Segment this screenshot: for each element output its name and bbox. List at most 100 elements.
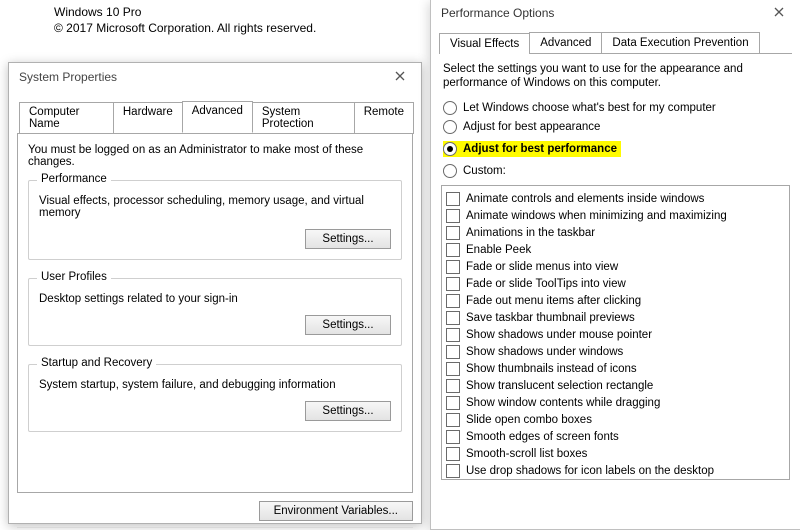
- checkbox-icon: [446, 345, 460, 359]
- checklist-item[interactable]: Smooth edges of screen fonts: [446, 429, 785, 445]
- radio-option[interactable]: Let Windows choose what's best for my co…: [443, 100, 788, 116]
- close-button[interactable]: [762, 3, 796, 23]
- checklist-item[interactable]: Show shadows under windows: [446, 344, 785, 360]
- performance-options-titlebar[interactable]: Performance Options: [431, 0, 800, 26]
- checklist-item[interactable]: Use drop shadows for icon labels on the …: [446, 463, 785, 479]
- radio-option[interactable]: Adjust for best appearance: [443, 119, 788, 135]
- user-profiles-group-desc: Desktop settings related to your sign-in: [39, 293, 391, 305]
- visual-effects-checklist[interactable]: Animate controls and elements inside win…: [441, 185, 790, 480]
- windows-copyright-label: © 2017 Microsoft Corporation. All rights…: [54, 20, 316, 36]
- checkbox-icon: [446, 413, 460, 427]
- admin-login-note: You must be logged on as an Administrato…: [28, 144, 402, 168]
- checklist-item[interactable]: Animate controls and elements inside win…: [446, 191, 785, 207]
- checkbox-icon: [446, 243, 460, 257]
- radio-label: Adjust for best performance: [463, 141, 617, 157]
- checklist-item-label: Fade or slide menus into view: [466, 259, 618, 275]
- close-icon: [395, 70, 405, 84]
- startup-recovery-group: Startup and Recovery System startup, sys…: [28, 364, 402, 432]
- checkbox-icon: [446, 362, 460, 376]
- performance-settings-button[interactable]: Settings...: [305, 229, 391, 249]
- startup-recovery-group-desc: System startup, system failure, and debu…: [39, 379, 391, 391]
- visual-effects-note: Select the settings you want to use for …: [443, 62, 788, 90]
- advanced-tab-panel: You must be logged on as an Administrato…: [17, 133, 413, 493]
- radio-label: Custom:: [463, 163, 506, 179]
- tab-label: Hardware: [123, 106, 173, 118]
- close-button[interactable]: [385, 67, 415, 87]
- checkbox-icon: [446, 447, 460, 461]
- visual-effects-panel: Select the settings you want to use for …: [441, 62, 790, 480]
- performance-group-legend: Performance: [37, 173, 111, 185]
- about-windows-text: Windows 10 Pro © 2017 Microsoft Corporat…: [54, 4, 316, 36]
- checkbox-icon: [446, 430, 460, 444]
- checklist-item-label: Show shadows under windows: [466, 344, 623, 360]
- tab-system-protection[interactable]: System Protection: [252, 102, 355, 134]
- radio-icon: [443, 101, 457, 115]
- checklist-item[interactable]: Show window contents while dragging: [446, 395, 785, 411]
- checklist-item[interactable]: Show shadows under mouse pointer: [446, 327, 785, 343]
- checklist-item-label: Use drop shadows for icon labels on the …: [466, 463, 714, 479]
- performance-group: Performance Visual effects, processor sc…: [28, 180, 402, 260]
- startup-recovery-settings-button[interactable]: Settings...: [305, 401, 391, 421]
- checklist-item-label: Fade or slide ToolTips into view: [466, 276, 626, 292]
- checkbox-icon: [446, 311, 460, 325]
- checklist-item-label: Show shadows under mouse pointer: [466, 327, 652, 343]
- tab-label: Advanced: [192, 105, 243, 117]
- checklist-item[interactable]: Slide open combo boxes: [446, 412, 785, 428]
- radio-icon: [443, 164, 457, 178]
- radio-option[interactable]: Custom:: [443, 163, 788, 179]
- tab-advanced[interactable]: Advanced: [529, 32, 602, 53]
- tab-computer-name[interactable]: Computer Name: [19, 102, 114, 134]
- tab-remote[interactable]: Remote: [354, 102, 414, 134]
- performance-group-desc: Visual effects, processor scheduling, me…: [39, 195, 391, 219]
- system-properties-titlebar[interactable]: System Properties: [9, 63, 421, 91]
- checkbox-icon: [446, 379, 460, 393]
- checklist-item-label: Smooth edges of screen fonts: [466, 429, 619, 445]
- system-properties-tabs: Computer Name Hardware Advanced System P…: [17, 101, 413, 133]
- tab-label: Computer Name: [29, 106, 80, 130]
- checkbox-icon: [446, 226, 460, 240]
- checklist-item[interactable]: Enable Peek: [446, 242, 785, 258]
- radio-label: Adjust for best appearance: [463, 119, 600, 135]
- tab-advanced[interactable]: Advanced: [182, 101, 253, 133]
- tab-hardware[interactable]: Hardware: [113, 102, 183, 134]
- radio-label: Let Windows choose what's best for my co…: [463, 100, 716, 116]
- checklist-item[interactable]: Show translucent selection rectangle: [446, 378, 785, 394]
- checkbox-icon: [446, 294, 460, 308]
- radio-icon: [443, 142, 457, 156]
- checklist-item-label: Fade out menu items after clicking: [466, 293, 641, 309]
- checklist-item[interactable]: Smooth-scroll list boxes: [446, 446, 785, 462]
- checklist-item[interactable]: Save taskbar thumbnail previews: [446, 310, 785, 326]
- user-profiles-settings-button[interactable]: Settings...: [305, 315, 391, 335]
- tab-visual-effects[interactable]: Visual Effects: [439, 33, 530, 54]
- checklist-item[interactable]: Fade or slide ToolTips into view: [446, 276, 785, 292]
- checkbox-icon: [446, 464, 460, 478]
- checklist-item-label: Save taskbar thumbnail previews: [466, 310, 635, 326]
- checklist-item-label: Smooth-scroll list boxes: [466, 446, 587, 462]
- checklist-item-label: Show thumbnails instead of icons: [466, 361, 637, 377]
- tab-label: System Protection: [262, 106, 314, 130]
- visual-effects-radios: Let Windows choose what's best for my co…: [441, 100, 790, 179]
- system-properties-title: System Properties: [19, 70, 385, 84]
- checklist-item[interactable]: Show thumbnails instead of icons: [446, 361, 785, 377]
- performance-options-tabs: Visual Effects Advanced Data Execution P…: [439, 32, 792, 54]
- checklist-item-label: Animate controls and elements inside win…: [466, 191, 704, 207]
- tab-data-execution-prevention[interactable]: Data Execution Prevention: [601, 32, 759, 53]
- checklist-item[interactable]: Fade out menu items after clicking: [446, 293, 785, 309]
- checklist-item[interactable]: Animations in the taskbar: [446, 225, 785, 241]
- windows-edition-label: Windows 10 Pro: [54, 4, 316, 20]
- checklist-item[interactable]: Animate windows when minimizing and maxi…: [446, 208, 785, 224]
- checklist-item-label: Slide open combo boxes: [466, 412, 592, 428]
- tab-label: Data Execution Prevention: [612, 37, 748, 49]
- checklist-item[interactable]: Fade or slide menus into view: [446, 259, 785, 275]
- checkbox-icon: [446, 260, 460, 274]
- checkbox-icon: [446, 328, 460, 342]
- radio-option[interactable]: Adjust for best performance: [443, 141, 621, 157]
- checkbox-icon: [446, 396, 460, 410]
- close-icon: [774, 6, 784, 20]
- checkbox-icon: [446, 192, 460, 206]
- environment-variables-button[interactable]: Environment Variables...: [259, 501, 413, 521]
- performance-options-window: Performance Options Visual Effects Advan…: [430, 0, 800, 530]
- user-profiles-group-legend: User Profiles: [37, 271, 111, 283]
- checklist-item-label: Animate windows when minimizing and maxi…: [466, 208, 727, 224]
- startup-recovery-group-legend: Startup and Recovery: [37, 357, 156, 369]
